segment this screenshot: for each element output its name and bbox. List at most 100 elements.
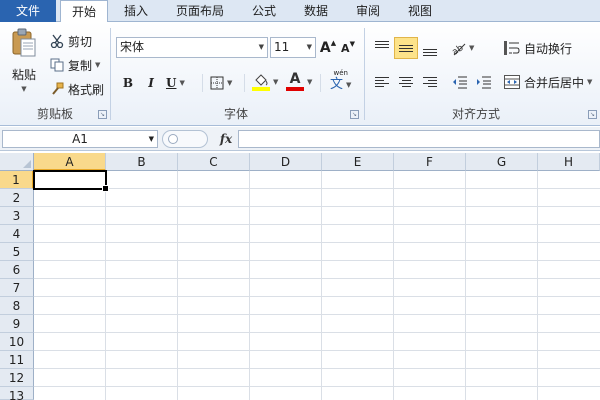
align-left-icon: [375, 77, 389, 87]
tab-view[interactable]: 视图: [396, 0, 444, 22]
alignment-group-label: 对齐方式: [451, 107, 500, 121]
align-middle-button[interactable]: [394, 37, 418, 59]
insert-function-button[interactable]: fx: [215, 130, 237, 148]
active-cell[interactable]: [33, 170, 109, 192]
chevron-down-icon: ▼: [148, 135, 154, 143]
tab-formulas[interactable]: 公式: [240, 0, 288, 22]
chevron-down-icon: ▼: [346, 80, 352, 89]
copy-label: 复制: [68, 58, 93, 73]
row-header-13[interactable]: 13: [0, 387, 34, 400]
increase-indent-button[interactable]: [472, 71, 496, 93]
font-name-value: 宋体: [120, 40, 145, 54]
tab-home[interactable]: 开始: [60, 0, 108, 23]
chevron-down-icon: ▼: [469, 44, 475, 52]
merge-center-button[interactable]: 合并后居中 ▼: [504, 72, 592, 92]
formula-bar-resize-handle[interactable]: [162, 130, 208, 148]
font-size-value: 11: [274, 40, 290, 54]
column-header-b[interactable]: B: [106, 153, 178, 171]
italic-button[interactable]: I: [143, 73, 159, 93]
row-header-1[interactable]: 1: [0, 171, 34, 189]
paste-label: 粘贴: [11, 68, 36, 82]
fill-color-button[interactable]: ▼: [252, 71, 278, 93]
format-painter-label: 格式刷: [68, 82, 105, 97]
row-header-12[interactable]: 12: [0, 369, 34, 387]
bold-button[interactable]: B: [120, 73, 136, 93]
column-header-f[interactable]: F: [394, 153, 466, 171]
formula-input[interactable]: [238, 130, 600, 148]
row-header-7[interactable]: 7: [0, 279, 34, 297]
copy-button[interactable]: 复制 ▼: [50, 56, 100, 74]
font-size-select[interactable]: 11 ▼: [270, 37, 316, 58]
align-right-button[interactable]: [418, 71, 442, 93]
row-header-6[interactable]: 6: [0, 261, 34, 279]
font-group-label: 字体: [223, 107, 248, 121]
row-header-10[interactable]: 10: [0, 333, 34, 351]
row-header-3[interactable]: 3: [0, 207, 34, 225]
font-launcher-icon[interactable]: ↘: [350, 110, 359, 119]
cell-area[interactable]: [34, 171, 600, 400]
format-painter-button[interactable]: 格式刷: [50, 80, 104, 98]
align-center-icon: [399, 77, 413, 87]
merge-center-label: 合并后居中: [524, 75, 585, 90]
tab-page-layout[interactable]: 页面布局: [164, 0, 236, 22]
tab-data[interactable]: 数据: [292, 0, 340, 22]
row-header-11[interactable]: 11: [0, 351, 34, 369]
row-header-9[interactable]: 9: [0, 315, 34, 333]
borders-icon: [210, 76, 224, 90]
decrease-indent-button[interactable]: [448, 71, 472, 93]
column-header-e[interactable]: E: [322, 153, 394, 171]
font-color-letter: A: [289, 71, 301, 87]
shrink-font-button[interactable]: A ▼: [340, 38, 356, 58]
align-middle-icon: [399, 44, 413, 52]
clipboard-launcher-icon[interactable]: ↘: [98, 110, 107, 119]
orientation-button[interactable]: ab ▼: [450, 37, 475, 59]
copy-icon: [50, 58, 64, 72]
select-all-button[interactable]: [0, 153, 34, 171]
grow-font-icon: A: [319, 40, 331, 56]
column-header-d[interactable]: D: [250, 153, 322, 171]
divider: [244, 74, 245, 92]
column-header-h[interactable]: H: [538, 153, 600, 171]
merge-center-icon: [504, 75, 520, 89]
align-bottom-button[interactable]: [418, 37, 442, 59]
borders-button[interactable]: ▼: [210, 73, 232, 93]
decrease-indent-icon: [452, 75, 468, 89]
wrap-text-label: 自动换行: [524, 41, 573, 56]
name-box[interactable]: A1 ▼: [2, 130, 158, 148]
chevron-down-icon: ▼: [307, 78, 313, 86]
column-header-a[interactable]: A: [34, 153, 106, 171]
cut-label: 剪切: [68, 34, 93, 49]
align-left-button[interactable]: [370, 71, 394, 93]
chevron-down-icon: ▼: [587, 78, 593, 86]
tab-file[interactable]: 文件: [0, 0, 56, 22]
row-header-8[interactable]: 8: [0, 297, 34, 315]
increase-indent-icon: [476, 75, 492, 89]
chevron-down-icon: ▼: [273, 78, 279, 86]
cut-button[interactable]: 剪切: [50, 32, 92, 50]
handle-dot-icon: [168, 134, 178, 144]
tab-review[interactable]: 审阅: [344, 0, 392, 22]
wrap-text-icon: [504, 41, 520, 55]
font-name-select[interactable]: 宋体 ▼: [116, 37, 268, 58]
align-top-icon: [375, 40, 389, 48]
align-top-button[interactable]: [370, 37, 394, 59]
tab-insert[interactable]: 插入: [112, 0, 160, 22]
wrap-text-button[interactable]: 自动换行: [504, 38, 572, 58]
row-header-5[interactable]: 5: [0, 243, 34, 261]
underline-button[interactable]: U ▼: [166, 73, 185, 93]
font-color-icon: A: [286, 72, 304, 92]
row-header-2[interactable]: 2: [0, 189, 34, 207]
paste-button[interactable]: 粘贴 ▼: [8, 28, 40, 100]
scissors-icon: [50, 34, 64, 49]
phonetic-button[interactable]: wén 文 ▼: [330, 69, 351, 95]
chevron-down-icon: ▼: [258, 43, 264, 51]
chevron-down-icon: ▼: [95, 61, 101, 69]
column-header-c[interactable]: C: [178, 153, 250, 171]
name-box-value: A1: [72, 132, 88, 146]
alignment-launcher-icon[interactable]: ↘: [588, 110, 597, 119]
font-color-button[interactable]: A ▼: [286, 71, 312, 93]
align-center-button[interactable]: [394, 71, 418, 93]
grow-font-button[interactable]: A ▲: [320, 38, 336, 58]
row-header-4[interactable]: 4: [0, 225, 34, 243]
column-header-g[interactable]: G: [466, 153, 538, 171]
